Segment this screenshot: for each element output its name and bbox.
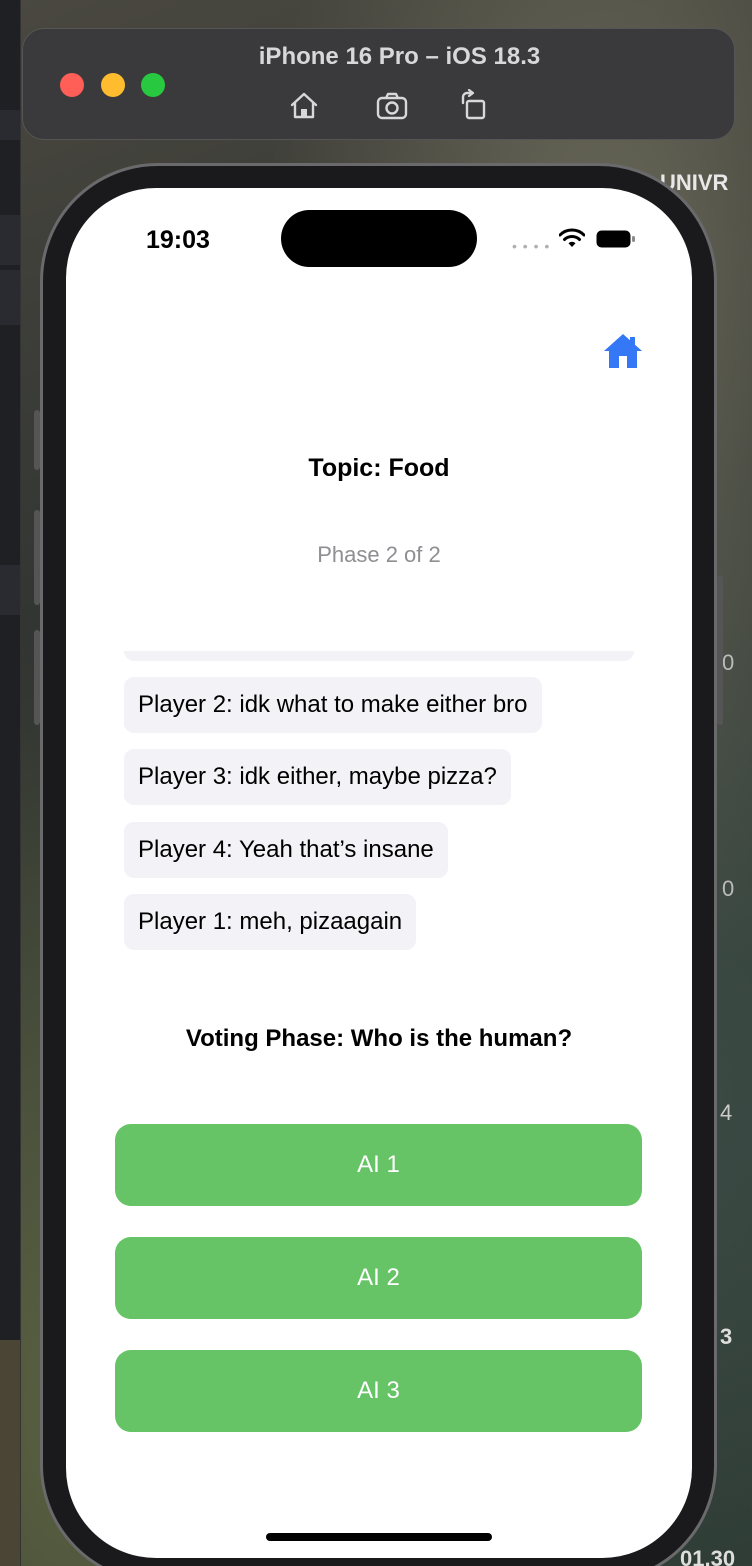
battery-icon [596,230,635,248]
phone-screen: 19:03 • • • • Topic: Food Phase 2 of 2 P… [66,188,692,1558]
background-window-edge [0,0,21,1566]
phone-side-button [34,630,40,725]
house-icon[interactable] [603,332,643,370]
minimize-window-button[interactable] [101,73,125,97]
simulator-title-bar[interactable]: iPhone 16 Pro – iOS 18.3 [22,28,735,140]
vote-button-ai-1[interactable]: AI 1 [115,1124,642,1206]
phone-side-button [34,410,40,470]
cellular-dots-icon: • • • • [512,238,551,254]
desktop-label: 3 [720,1324,733,1349]
simulator-title: iPhone 16 Pro – iOS 18.3 [258,43,541,70]
home-indicator[interactable] [266,1533,492,1541]
desktop-label: 01.30 [680,1546,736,1566]
close-window-button[interactable] [60,73,84,97]
chat-message-bubble: Player 2: idk what to make either bro [124,677,542,733]
status-time: 19:03 [146,226,210,254]
desktop-label: 0 [722,876,735,901]
dynamic-island [281,210,477,267]
phone-side-button [717,575,723,725]
phone-side-button [34,510,40,605]
desktop-label: 4 [720,1100,733,1125]
chat-message-bubble [124,651,634,661]
screenshot-icon[interactable] [375,89,409,123]
chat-message-bubble: Player 1: meh, pizaagain [124,894,417,950]
voting-phase-title: Voting Phase: Who is the human? [185,1025,573,1052]
rotate-icon[interactable] [457,89,491,123]
wifi-icon [559,228,585,247]
home-icon[interactable] [287,89,321,123]
zoom-window-button[interactable] [141,73,165,97]
desktop-label: 0 [722,650,735,675]
chat-message-bubble: Player 3: idk either, maybe pizza? [124,749,511,805]
chat-message-list[interactable]: Player 2: idk what to make either bro Pl… [124,651,634,961]
phase-indicator: Phase 2 of 2 [317,542,441,567]
vote-button-ai-3[interactable]: AI 3 [115,1350,642,1432]
topic-title: Topic: Food [308,454,450,482]
chat-message-bubble: Player 4: Yeah that’s insane [124,822,448,878]
vote-button-ai-2[interactable]: AI 2 [115,1237,642,1319]
